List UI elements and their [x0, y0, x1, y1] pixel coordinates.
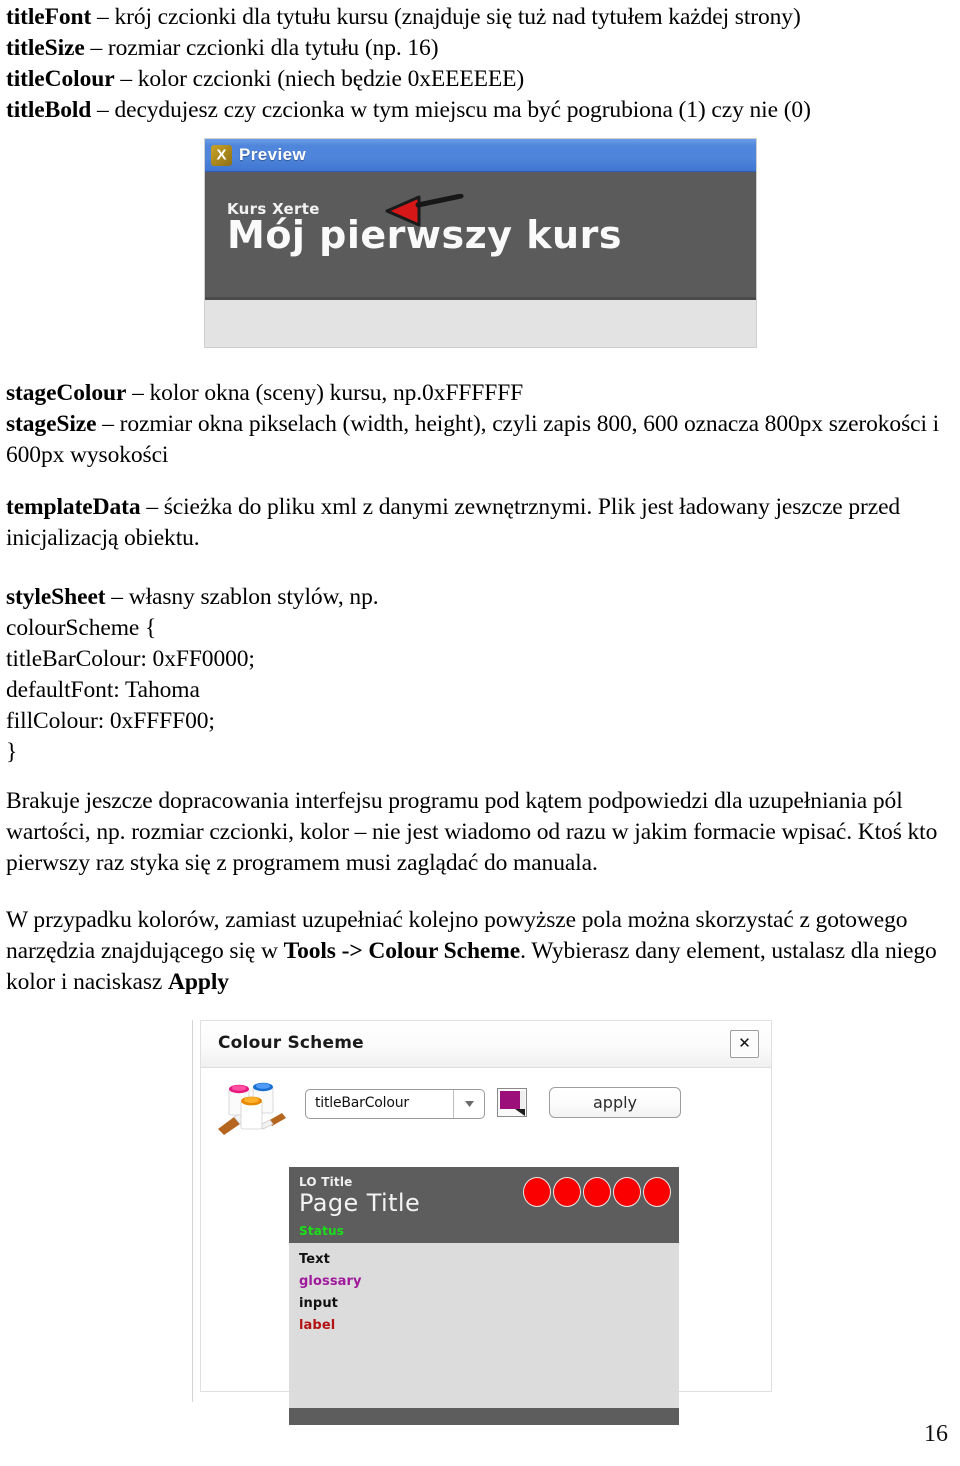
stage-size-term: stageSize [6, 411, 97, 437]
nav-dot-icon [553, 1177, 581, 1207]
stylesheet-code-line: colourScheme { [6, 615, 157, 641]
preview-window-screenshot: Preview Kurs Xerte Mój pierwszy kurs [205, 139, 756, 347]
definition-desc: – decydujesz czy czcionka w tym miejscu … [97, 97, 811, 123]
preview-label-glossary: glossary [299, 1274, 362, 1289]
preview-label-text: Text [299, 1252, 330, 1267]
stage-colour-term: stageColour [6, 380, 127, 406]
definition-term: titleColour [6, 66, 115, 92]
definition-row: titleSize – rozmiar czcionki dla tytułu … [6, 33, 954, 64]
chevron-down-icon [453, 1090, 484, 1118]
close-icon[interactable]: ✕ [730, 1030, 759, 1058]
template-data-term: templateData [6, 494, 141, 520]
preview-pane-body: Text glossary input label [289, 1243, 679, 1408]
stage-properties-block: stageColour – kolor okna (sceny) kursu, … [6, 378, 946, 471]
definition-desc: – kolor czcionki (niech będzie 0xEEEEEE) [120, 66, 525, 92]
stage-size-row: stageSize – rozmiar okna pikselach (widt… [6, 409, 946, 471]
definition-desc: – krój czcionki dla tytułu kursu (znajdu… [97, 4, 801, 30]
definition-term: titleFont [6, 4, 92, 30]
stylesheet-code-line: defaultFont: Tahoma [6, 677, 200, 703]
stylesheet-term: styleSheet [6, 584, 106, 610]
colour-swatch-button[interactable] [497, 1088, 527, 1117]
red-arrow-icon [385, 194, 464, 227]
paragraph-missing-ui-hints: Brakuje jeszcze dopracowania interfejsu … [6, 788, 938, 876]
page-number: 16 [924, 1421, 948, 1447]
preview-window-title: Preview [239, 145, 307, 164]
template-data-block: templateData – ścieżka do pliku xml z da… [6, 492, 956, 554]
preview-stage: Kurs Xerte Mój pierwszy kurs [205, 172, 756, 300]
colour-element-select[interactable]: titleBarColour [305, 1089, 485, 1119]
nav-dot-icon [613, 1177, 641, 1207]
preview-pane-nav-dots [523, 1177, 671, 1207]
stylesheet-block: styleSheet – własny szablon stylów, np. … [6, 582, 946, 768]
preview-pane-page-title: Page Title [299, 1189, 421, 1217]
colour-scheme-dialog-screenshot: Colour Scheme ✕ titleBarColour apply LO … [192, 1020, 772, 1425]
preview-label-label: label [299, 1318, 336, 1333]
preview-label-input: input [299, 1296, 338, 1311]
definition-row: titleBold – decydujesz czy czcionka w ty… [6, 95, 954, 126]
stylesheet-code-line: fillColour: 0xFFFF00; [6, 708, 215, 734]
apply-button[interactable]: apply [549, 1087, 681, 1118]
apply-button-label: apply [592, 1093, 638, 1112]
definition-row: titleFont – krój czcionki dla tytułu kur… [6, 2, 954, 33]
apply-keyword: Apply [168, 969, 229, 995]
colour-scheme-title: Colour Scheme [218, 1033, 364, 1053]
stylesheet-desc: – własny szablon stylów, np. [111, 584, 379, 610]
colour-scheme-window: Colour Scheme ✕ titleBarColour apply LO … [200, 1020, 772, 1425]
colour-scheme-controls: titleBarColour apply [201, 1067, 771, 1145]
stylesheet-code-line: } [6, 739, 18, 765]
preview-pane-header: LO Title Page Title Status [289, 1167, 679, 1243]
preview-pane-status: Status [299, 1224, 345, 1238]
preview-content-area [205, 300, 756, 347]
definition-term: titleSize [6, 35, 85, 61]
menu-path-tools-colour-scheme: Tools -> Colour Scheme [283, 938, 521, 964]
nav-dot-icon [523, 1177, 551, 1207]
paragraph-colour-scheme-tool: W przypadku kolorów, zamiast uzupełniać … [6, 905, 950, 998]
document-page: titleFont – krój czcionki dla tytułu kur… [0, 0, 960, 1466]
definition-row: titleColour – kolor czcionki (niech będz… [6, 64, 954, 95]
xerte-x-icon [211, 144, 232, 166]
colour-element-select-value: titleBarColour [315, 1095, 409, 1111]
template-data-desc: – ścieżka do pliku xml z danymi zewnętrz… [6, 494, 901, 551]
paint-cans-icon [218, 1082, 286, 1135]
stage-colour-desc: – kolor okna (sceny) kursu, np.0xFFFFFF [132, 380, 524, 406]
stage-size-desc: – rozmiar okna pikselach (width, height)… [6, 411, 940, 468]
preview-titlebar: Preview [205, 139, 756, 172]
nav-dot-icon [643, 1177, 671, 1207]
stylesheet-code-line: titleBarColour: 0xFF0000; [6, 646, 255, 672]
definition-term: titleBold [6, 97, 92, 123]
preview-pane-footer [289, 1408, 679, 1425]
preview-pane-lo-title: LO Title [299, 1175, 353, 1189]
definitions-block: titleFont – krój czcionki dla tytułu kur… [6, 2, 954, 126]
nav-dot-icon [583, 1177, 611, 1207]
screenshot-left-rule [192, 1020, 193, 1402]
definition-desc: – rozmiar czcionki dla tytułu (np. 16) [90, 35, 439, 61]
stylesheet-row: styleSheet – własny szablon stylów, np. [6, 582, 946, 613]
colour-scheme-titlebar: Colour Scheme ✕ [201, 1021, 771, 1068]
colour-scheme-preview-pane: LO Title Page Title Status Text glossary… [289, 1167, 679, 1425]
stage-colour-row: stageColour – kolor okna (sceny) kursu, … [6, 378, 946, 409]
